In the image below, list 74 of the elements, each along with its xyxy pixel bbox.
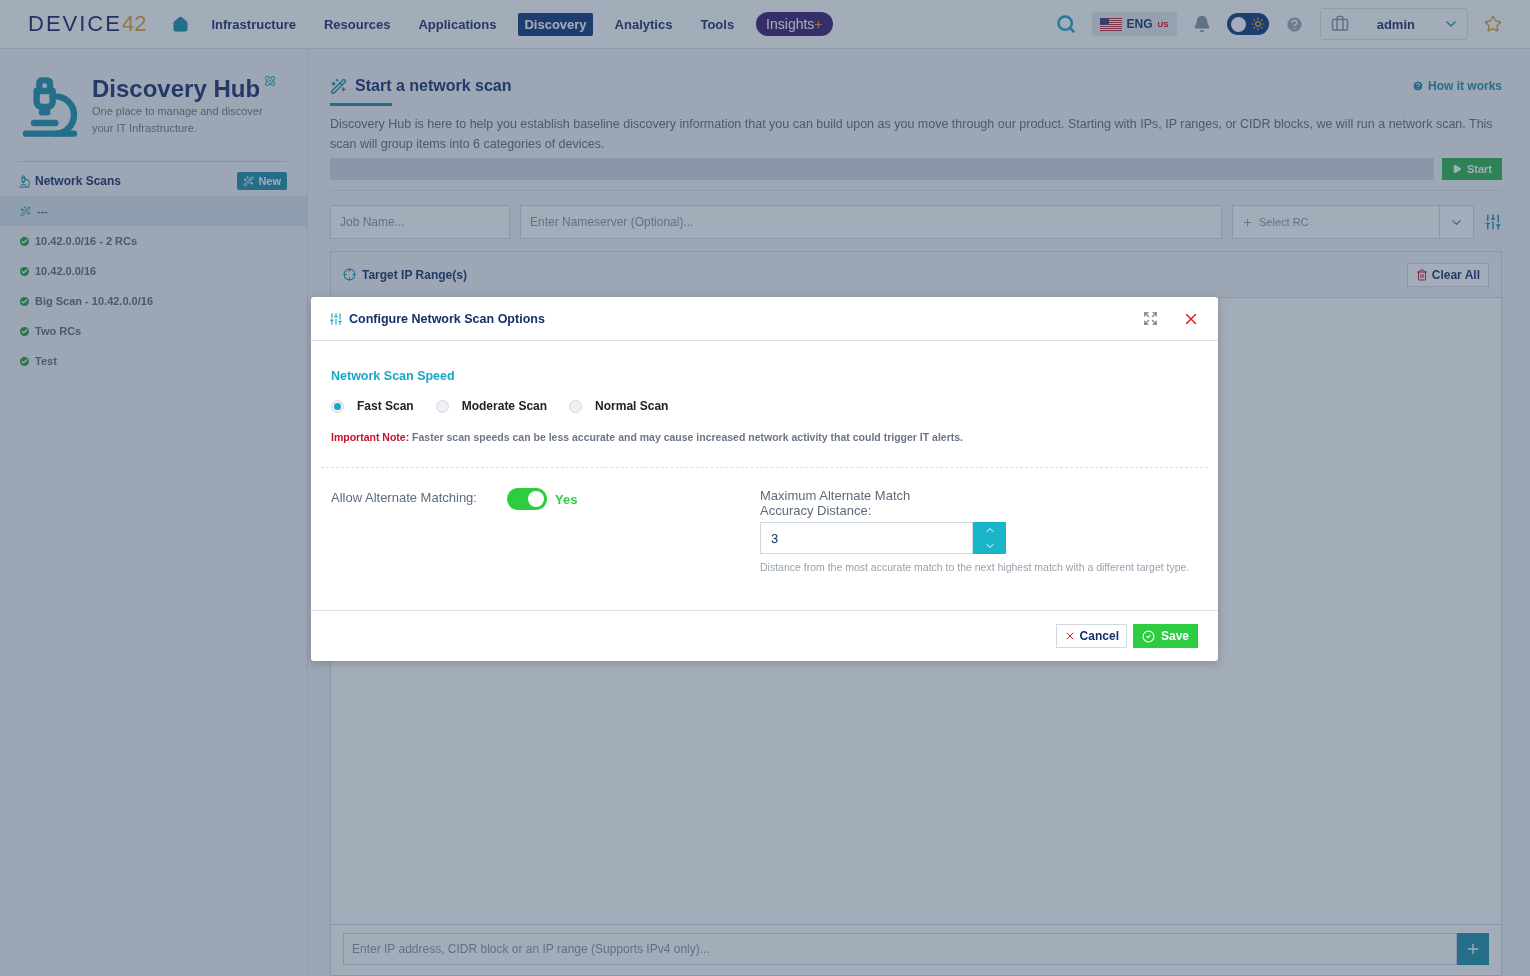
nav-item[interactable]: Analytics	[608, 12, 679, 36]
section-title: Network Scans	[35, 174, 122, 188]
check-icon	[20, 266, 29, 276]
user-menu[interactable]: admin	[1319, 8, 1468, 40]
help-text: Distance from the most accurate match to the next highest match with a different target type.	[760, 561, 1190, 574]
nav-item[interactable]: Infrastructure	[205, 12, 302, 36]
briefcase-icon	[1330, 15, 1349, 33]
radio-icon[interactable]	[331, 399, 344, 413]
scan-item[interactable]: 10.42.0.0/16	[0, 256, 307, 286]
check-icon	[20, 356, 29, 366]
check-circle-icon	[1141, 629, 1155, 643]
scan-item[interactable]: Big Scan - 10.42.0.0/16	[0, 286, 307, 316]
nav-item[interactable]: Applications	[412, 12, 503, 36]
wand-icon	[330, 77, 347, 95]
description: Discovery Hub is here to help you establish baseline discovery information that you can build upon as you move through our product. Starting with IPs, IP ranges, or CIDR blocks, we will run a network scan. This scan will group items into 6 categories of devices.	[330, 116, 1494, 153]
important-note: Important Note: Faster scan speeds can be less accurate and may cause increased network activity that could trigger IT alerts.	[331, 431, 964, 443]
field-label: Allow Alternate Matching:	[331, 490, 477, 505]
help-icon	[1412, 80, 1424, 92]
scan-item[interactable]: 10.42.0.0/16 - 2 RCs	[0, 226, 307, 256]
page-title: Start a network scan	[355, 77, 512, 95]
radio-icon[interactable]	[435, 399, 449, 413]
hub-subtitle: One place to manage and discover your IT Infrastructure.	[92, 104, 264, 136]
check-icon	[20, 296, 29, 306]
check-icon	[20, 236, 29, 246]
help-icon[interactable]	[1284, 14, 1304, 34]
toggle-switch[interactable]	[506, 488, 547, 510]
nav-item[interactable]: Tools	[694, 12, 741, 36]
panel-title: Target IP Range(s)	[362, 267, 467, 282]
wand-icon	[243, 175, 255, 187]
nav-item[interactable]: Discovery	[518, 12, 593, 36]
wand-icon	[20, 205, 31, 217]
nameserver-field[interactable]: Enter Nameserver (Optional)...	[520, 205, 1222, 239]
insights-button[interactable]: Insights+	[756, 12, 833, 36]
theme-toggle[interactable]	[1226, 13, 1269, 35]
home-icon[interactable]	[172, 15, 190, 33]
logo[interactable]: DEVICE42	[28, 11, 147, 37]
field-label: Maximum Alternate Match Accuracy Distance:	[760, 488, 912, 518]
search-icon[interactable]	[1055, 14, 1076, 34]
expand-icon	[1143, 311, 1158, 326]
crosshair-icon	[343, 268, 356, 281]
number-field[interactable]: 3	[760, 522, 973, 554]
scan-item[interactable]: Two RCs	[0, 316, 307, 346]
scan-item[interactable]: Test	[0, 346, 307, 376]
atom-icon	[264, 75, 277, 87]
scan-item[interactable]: ---	[0, 196, 307, 226]
sun-icon	[1250, 17, 1265, 31]
speed-option[interactable]: Fast Scan	[331, 399, 414, 413]
flag-icon	[1099, 17, 1122, 31]
clear-all-button[interactable]: Clear All	[1406, 262, 1489, 287]
expand-button[interactable]	[1143, 311, 1158, 326]
plus-icon	[1465, 941, 1481, 957]
add-button[interactable]	[1457, 933, 1489, 965]
nav-item[interactable]: Resources	[317, 12, 397, 36]
dialog-title: Configure Network Scan Options	[349, 311, 546, 326]
radio-icon[interactable]	[569, 399, 583, 413]
check-icon	[20, 326, 29, 336]
toggle-label: Yes	[554, 491, 578, 507]
hub-title: Discovery Hub	[92, 75, 261, 103]
speed-option[interactable]: Normal Scan	[569, 399, 669, 413]
play-icon	[1451, 164, 1462, 174]
star-icon[interactable]	[1484, 15, 1502, 33]
bell-icon[interactable]	[1192, 15, 1211, 33]
microscope-icon	[18, 174, 31, 188]
ip-input-field[interactable]: Enter IP address, CIDR block or an IP range (Supports IPv4 only)...	[343, 933, 1457, 965]
new-button[interactable]: New	[237, 172, 287, 190]
section-heading: Network Scan Speed	[331, 369, 456, 383]
trash-icon	[1415, 268, 1428, 281]
job-name-field[interactable]: Job Name...	[330, 205, 510, 239]
plus-icon	[1242, 216, 1253, 228]
speed-option[interactable]: Moderate Scan	[435, 399, 548, 413]
sliders-icon	[329, 311, 343, 326]
language-selector[interactable]: ENG $^{US}$	[1091, 12, 1177, 36]
cancel-button[interactable]: Cancel	[1055, 624, 1127, 648]
sliders-icon[interactable]	[1484, 213, 1502, 231]
